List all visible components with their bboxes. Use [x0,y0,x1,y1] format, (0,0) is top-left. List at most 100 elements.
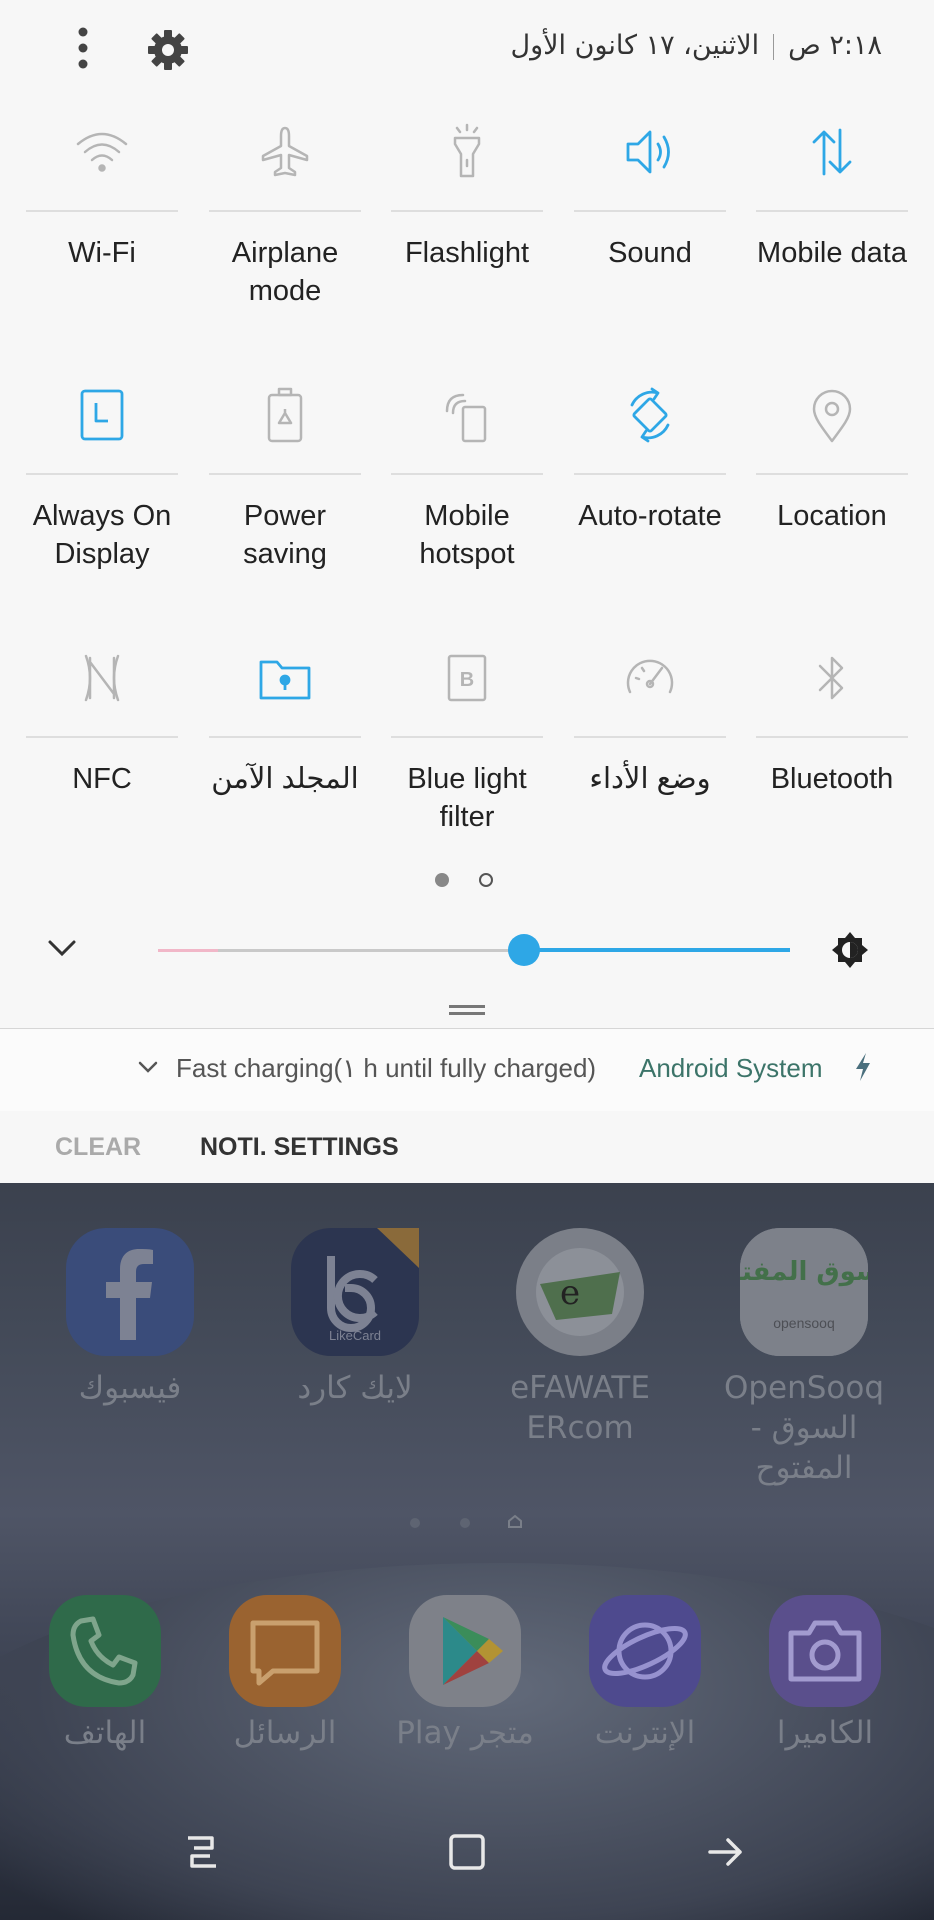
tile-divider [391,473,543,475]
notification-text: Fast charging(١ h until fully charged) [176,1053,597,1083]
tile-label: Flashlight [404,237,530,269]
quick-settings-panel: ٢:١٨ ص الاثنين، ١٧ كانون الأول Wi-Fi Airp… [0,0,934,1030]
panel-header: ٢:١٨ ص الاثنين، ١٧ كانون الأول [0,0,934,100]
tile-divider [26,210,178,212]
secure-folder-icon [255,648,315,708]
tile-divider [756,736,908,738]
status-time: ٢:١٨ ص [788,30,882,61]
app-efawateercom[interactable]: e eFAWATEERcom [500,1228,660,1458]
brightness-control [0,920,934,980]
wifi-icon [72,122,132,182]
clear-button[interactable]: CLEAR [55,1133,141,1162]
blue-light-icon: B [437,648,497,708]
home-button-icon[interactable] [445,1830,489,1874]
app-label: Play متجر [396,1715,534,1751]
auto-rotate-icon [620,385,680,445]
opensooq-icon: السوق المفتوح opensooq [707,1228,901,1356]
app-label: الهاتف [63,1715,147,1751]
app-opensooq[interactable]: السوق المفتوح opensooq OpenSooq - السوق … [707,1228,901,1486]
brightness-slider-thumb[interactable] [508,934,540,966]
brightness-track-auto [524,948,790,952]
tile-label: Auto-rotate [578,500,722,532]
tile-divider [756,473,908,475]
page-dot-inactive[interactable] [479,873,493,887]
internet-icon [589,1595,701,1707]
flashlight-icon [437,122,497,182]
tile-divider [26,473,178,475]
performance-icon [620,648,680,708]
tile-divider [574,473,726,475]
sound-icon [620,122,680,182]
app-facebook[interactable]: فيسبوك [50,1228,210,1428]
svg-text:B: B [460,669,474,691]
recents-icon[interactable] [180,1830,224,1874]
notification-settings-button[interactable]: NOTI. SETTINGS [200,1133,399,1162]
app-label: eFAWATEERcom [510,1370,650,1446]
brightness-track-min [158,949,218,952]
tile-label: Blue light filter [407,763,527,833]
tile-divider [26,736,178,738]
tile-divider [209,210,361,212]
always-on-display-icon [72,385,132,445]
app-label: OpenSooq - السوق المفتوح [723,1370,885,1486]
messages-icon [229,1595,341,1707]
facebook-icon [66,1228,194,1356]
mobile-data-icon [802,122,862,182]
airplane-icon [255,122,315,182]
home-page-indicator [410,1514,522,1528]
tile-divider [391,736,543,738]
tile-divider [574,736,726,738]
app-label: لايك كارد [297,1370,413,1406]
app-label: الرسائل [233,1715,337,1751]
page-indicator [435,873,505,889]
tile-divider [209,736,361,738]
dock-app-play-store[interactable]: Play متجر [385,1595,545,1775]
svg-text:LikeCard: LikeCard [329,1328,381,1343]
power-saving-icon [255,385,315,445]
notification-actions: CLEAR NOTI. SETTINGS [0,1111,934,1183]
dock-app-camera[interactable]: الكاميرا [745,1595,905,1775]
location-icon [802,385,862,445]
notification-app-name: Android System [639,1053,823,1083]
app-label: الكاميرا [776,1715,874,1751]
tile-label: Airplane mode [231,237,339,307]
tile-label: Location [777,500,887,532]
app-likecard[interactable]: LikeCard لايك كارد [275,1228,435,1428]
tile-label: Always On Display [32,500,172,570]
tile-label: وضع الأداء [589,763,711,795]
tile-divider [209,473,361,475]
tile-label: Power saving [243,500,327,570]
efawateer-icon: e [516,1228,644,1356]
expand-chevron-icon[interactable] [136,1057,160,1077]
hotspot-icon [437,385,497,445]
panel-drag-handle[interactable] [449,1005,485,1015]
tile-label: المجلد الآمن [211,763,359,795]
dock-app-messages[interactable]: الرسائل [205,1595,365,1775]
page-dot-active[interactable] [435,873,449,887]
tile-label: Sound [608,237,692,269]
nfc-icon [72,648,132,708]
phone-icon [49,1595,161,1707]
tile-divider [756,210,908,212]
brightness-sun-icon[interactable] [830,930,870,970]
notification-card[interactable]: Fast charging(١ h until fully charged) A… [0,1028,934,1112]
dock-app-internet[interactable]: الإنترنت [565,1595,725,1775]
play-store-icon [409,1595,521,1707]
bluetooth-icon [802,648,862,708]
navigation-bar [0,1790,934,1920]
dock-app-phone[interactable]: الهاتف [25,1595,185,1775]
status-date: الاثنين، ١٧ كانون الأول [510,30,760,61]
svg-text:e: e [560,1273,580,1313]
tile-label: NFC [72,763,132,795]
more-options-icon[interactable] [68,24,98,74]
back-arrow-icon[interactable] [704,1830,748,1874]
svg-text:opensooq: opensooq [773,1315,835,1331]
status-separator [773,33,775,60]
app-label: فيسبوك [78,1370,182,1406]
chevron-down-icon[interactable] [44,934,80,964]
likecard-icon: LikeCard [291,1228,419,1356]
settings-gear-icon[interactable] [144,26,192,74]
tile-divider [391,210,543,212]
camera-icon [769,1595,881,1707]
tile-label: Bluetooth [770,763,894,795]
